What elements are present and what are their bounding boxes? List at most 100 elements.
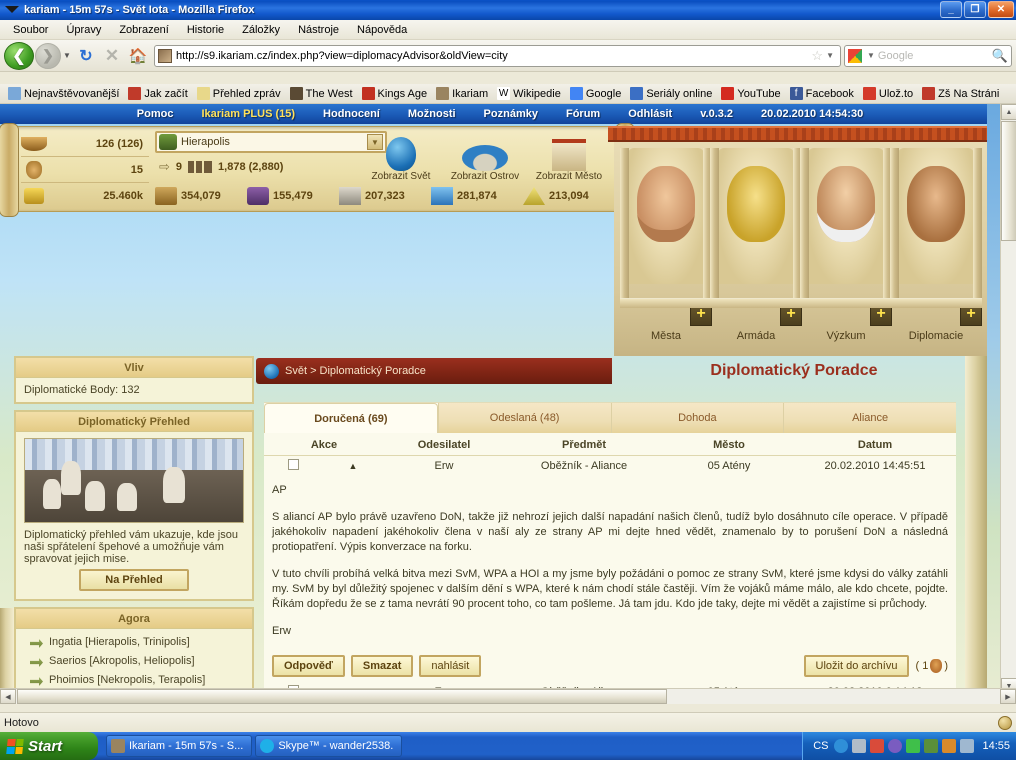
bookmark-item[interactable]: Seriály online — [626, 86, 716, 101]
maximize-button[interactable]: ❐ — [964, 1, 986, 18]
search-icon[interactable]: 🔍 — [992, 48, 1008, 64]
antivirus-icon[interactable] — [906, 739, 921, 753]
close-button[interactable]: ✕ — [988, 1, 1014, 18]
reload-icon[interactable]: ↻ — [73, 43, 99, 69]
network-icon[interactable] — [924, 739, 939, 753]
bookmark-item[interactable]: Google — [566, 86, 625, 101]
tab-aliance[interactable]: Aliance — [783, 403, 956, 433]
row-checkbox[interactable] — [287, 459, 299, 470]
row-checkbox-cell[interactable] — [264, 456, 322, 476]
nav-forum[interactable]: Fórum — [566, 108, 600, 120]
agora-list-item[interactable]: Saerios [Akropolis, Heliopolis] — [20, 652, 248, 671]
wood-icon — [155, 187, 177, 205]
world-icon — [360, 131, 442, 171]
bookmark-item[interactable]: Ikariam — [432, 86, 492, 101]
advisor-armada[interactable]: + Armáda — [710, 148, 802, 344]
chevron-down-icon[interactable]: ▼ — [823, 51, 837, 60]
bookmark-star-icon[interactable]: ☆ — [811, 48, 823, 64]
bookmark-item[interactable]: Nejnavštěvovanější — [4, 86, 123, 101]
skype-icon[interactable] — [834, 739, 849, 753]
reply-button[interactable]: Odpověď — [272, 655, 345, 677]
scroll-right-arrow[interactable]: ▶ — [1000, 689, 1016, 704]
resource-amounts: 354,079 155,479 207,323 281,874 213,094 — [155, 183, 617, 209]
battery-icon[interactable] — [960, 739, 975, 753]
temple-column — [710, 148, 719, 298]
bookmark-item[interactable]: Přehled zpráv — [193, 86, 285, 101]
bookmark-item[interactable]: The West — [286, 86, 357, 101]
agora-list-item[interactable]: Ingatia [Hierapolis, Trinipolis] — [20, 633, 248, 652]
nav-poznamky[interactable]: Poznámky — [484, 108, 538, 120]
population-value: 1,878 (2,880) — [218, 161, 284, 173]
nav-ikariam-plus[interactable]: Ikariam PLUS (15) — [201, 108, 295, 120]
volume-icon[interactable] — [942, 739, 957, 753]
address-bar[interactable]: http://s9.ikariam.cz/index.php?view=dipl… — [154, 44, 841, 67]
table-row[interactable]: ▲ Erw Oběžník - Aliance 05 Atény 20.02.2… — [264, 456, 956, 476]
archive-button[interactable]: Uložit do archívu — [803, 655, 910, 677]
home-icon[interactable]: 🏠 — [125, 43, 151, 69]
report-button[interactable]: nahlásit — [419, 655, 482, 677]
bookmark-item[interactable]: f Facebook — [786, 86, 858, 101]
shield-icon[interactable] — [870, 739, 885, 753]
horizontal-scrollbar[interactable]: ◀ ▶ — [0, 688, 1016, 704]
search-input[interactable]: Google — [878, 50, 992, 62]
illustration-figure — [117, 483, 137, 511]
taskbar: Start Ikariam - 15m 57s - S... Skype™ - … — [0, 732, 1016, 760]
search-bar[interactable]: ▼ Google 🔍 — [844, 44, 1012, 67]
delete-button[interactable]: Smazat — [350, 655, 414, 677]
menu-soubor[interactable]: Soubor — [4, 22, 57, 38]
bookmark-item[interactable]: Kings Age — [358, 86, 432, 101]
scroll-up-arrow[interactable]: ▲ — [1001, 104, 1016, 120]
bookmark-label: Facebook — [805, 87, 854, 100]
row-expand-cell[interactable]: ▲ — [322, 456, 384, 476]
menu-napoveda[interactable]: Nápověda — [348, 22, 416, 38]
bookmark-item[interactable]: Zš Na Stráni — [918, 86, 1003, 101]
vertical-scroll-thumb[interactable] — [1001, 121, 1016, 241]
taskbar-item-skype[interactable]: Skype™ - wander2538. — [255, 735, 403, 757]
tab-dohoda[interactable]: Dohoda — [610, 403, 784, 433]
advisor-diplomacie[interactable]: + Diplomacie — [890, 148, 982, 344]
scroll-left-decoration — [0, 123, 19, 217]
tab-odeslana[interactable]: Odeslaná (48) — [437, 403, 611, 433]
status-icon[interactable] — [998, 715, 1012, 730]
tab-dorucena[interactable]: Doručená (69) — [264, 403, 438, 433]
minimize-button[interactable]: _ — [940, 1, 962, 18]
temple-roof — [608, 126, 1000, 142]
menu-nastroje[interactable]: Nástroje — [289, 22, 348, 38]
monitor-icon[interactable] — [852, 739, 867, 753]
taskbar-item-ikariam[interactable]: Ikariam - 15m 57s - S... — [106, 735, 253, 757]
advisor-mesta[interactable]: + Města — [620, 148, 712, 344]
illustration-figure — [85, 481, 105, 511]
chevron-down-icon[interactable]: ▼ — [864, 51, 878, 60]
menu-zobrazeni[interactable]: Zobrazení — [110, 22, 178, 38]
bookmark-item[interactable]: YouTube — [717, 86, 784, 101]
na-prehled-button[interactable]: Na Přehled — [79, 569, 189, 591]
advisor-label: Diplomacie — [908, 330, 964, 342]
city-select[interactable]: Hierapolis ▼ — [155, 131, 387, 153]
vertical-scrollbar[interactable]: ▲ ▼ — [1000, 104, 1016, 694]
nav-hodnoceni[interactable]: Hodnocení — [323, 108, 380, 120]
chevron-up-icon[interactable]: ▲ — [349, 461, 358, 471]
horizontal-scroll-thumb[interactable] — [17, 689, 667, 704]
nav-moznosti[interactable]: Možnosti — [408, 108, 456, 120]
chevron-down-icon[interactable]: ▼ — [61, 51, 73, 60]
forward-button[interactable]: ❯ — [35, 42, 61, 69]
bookmark-icon — [289, 87, 303, 100]
nav-pomoc[interactable]: Pomoc — [137, 108, 174, 120]
bookmark-item[interactable]: W Wikipedie — [493, 86, 565, 101]
bookmark-icon — [922, 87, 936, 100]
menu-upravy[interactable]: Úpravy — [57, 22, 110, 38]
back-button[interactable]: ❮ — [4, 41, 34, 70]
language-indicator[interactable]: CS — [813, 740, 828, 752]
bookmark-item[interactable]: Ulož.to — [859, 86, 917, 101]
bookmark-item[interactable]: Jak začít — [124, 86, 191, 101]
agora-panel: Agora Ingatia [Hierapolis, Trinipolis] S… — [14, 607, 254, 694]
table-header-row: Akce Odesilatel Předmět Město Datum — [264, 433, 956, 456]
advisor-vyzkum[interactable]: + Výzkum — [800, 148, 892, 344]
scroll-left-arrow[interactable]: ◀ — [0, 689, 16, 704]
menu-zalozky[interactable]: Záložky — [233, 22, 289, 38]
update-icon[interactable] — [888, 739, 903, 753]
menu-historie[interactable]: Historie — [178, 22, 233, 38]
start-button[interactable]: Start — [0, 732, 98, 760]
stop-icon[interactable]: ✕ — [99, 43, 125, 69]
nav-odhlasit[interactable]: Odhlásit — [628, 108, 672, 120]
